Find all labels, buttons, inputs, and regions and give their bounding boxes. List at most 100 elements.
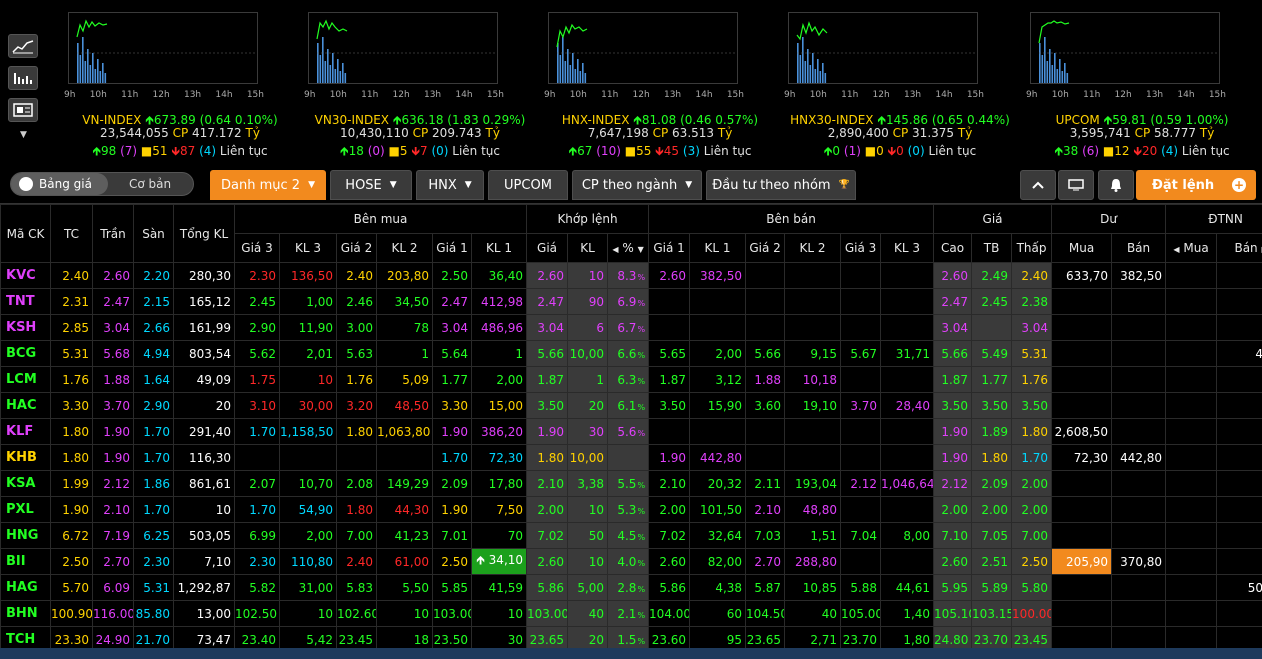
cell: 5.87 bbox=[745, 574, 786, 601]
col-price-1[interactable]: TB bbox=[971, 233, 1013, 263]
symbol-cell[interactable]: KSA bbox=[0, 470, 51, 497]
table-row[interactable]: HNG 6.72 7.19 6.25 503,05 6.99 2,00 7.00 41,23 7.… bbox=[0, 522, 1262, 549]
col-buy-0[interactable]: Giá 3 bbox=[234, 233, 280, 263]
col-sell-3[interactable]: KL 2 bbox=[784, 233, 842, 263]
symbol-cell[interactable]: KHB bbox=[0, 444, 51, 471]
tab-industry[interactable]: CP theo ngành ▼ bbox=[572, 170, 702, 200]
cell: 442,80 bbox=[1111, 444, 1167, 471]
table-row[interactable]: KSA 1.99 2.12 1.86 861,61 2.07 10,70 2.08 149,29… bbox=[0, 470, 1262, 497]
col-ref[interactable]: TC bbox=[50, 204, 93, 263]
intraday-chart[interactable] bbox=[68, 12, 258, 84]
tab-hnx[interactable]: HNX ▼ bbox=[416, 170, 484, 200]
col-sell-4[interactable]: Giá 3 bbox=[840, 233, 882, 263]
collapse-button[interactable] bbox=[1020, 170, 1056, 200]
col-buy-5[interactable]: KL 1 bbox=[470, 233, 528, 263]
symbol-cell[interactable]: BHN bbox=[0, 600, 51, 627]
layout-icon[interactable] bbox=[8, 98, 38, 122]
tab-group-invest[interactable]: Đầu tư theo nhóm 🏆 bbox=[706, 170, 856, 200]
symbol-cell[interactable]: HAC bbox=[0, 392, 51, 419]
toggle-basic[interactable]: Cơ bản bbox=[129, 177, 171, 191]
col-match-1[interactable]: KL bbox=[567, 233, 609, 263]
tab-hose[interactable]: HOSE ▼ bbox=[330, 170, 412, 200]
view-toggle[interactable]: Bảng giá Cơ bản bbox=[10, 172, 194, 196]
symbol-cell[interactable]: HNG bbox=[0, 522, 51, 549]
cell bbox=[840, 418, 882, 445]
symbol-cell[interactable]: KLF bbox=[0, 418, 51, 445]
col-foreign-0[interactable]: ◀ Mua bbox=[1165, 233, 1218, 263]
table-row[interactable]: KSH 2.85 3.04 2.66 161,99 2.90 11,90 3.00 78 3.04… bbox=[0, 314, 1262, 341]
intraday-chart[interactable] bbox=[788, 12, 978, 84]
col-buy-2[interactable]: Giá 2 bbox=[336, 233, 377, 263]
symbol-cell[interactable]: TNT bbox=[0, 288, 51, 315]
table-row[interactable]: HAC 3.30 3.70 2.90 20 3.10 30,00 3.20 48,50 3.30 1… bbox=[0, 392, 1262, 419]
cell: 2.00 bbox=[648, 496, 691, 523]
index-line-3: 🡹18 (0) ■5 🡻7 (0) Liên tục bbox=[300, 142, 540, 163]
cell: 2.00 bbox=[526, 496, 569, 523]
cell: 1.90 bbox=[92, 444, 134, 471]
table-row[interactable]: BCG 5.31 5.68 4.94 803,54 5.62 2,01 5.63 1 5.64 1 5… bbox=[0, 340, 1262, 367]
col-sell-2[interactable]: Giá 2 bbox=[745, 233, 786, 263]
ceil-count: (1) bbox=[843, 144, 861, 158]
table-row[interactable]: KVC 2.40 2.60 2.20 280,30 2.30 136,50 2.40 203,8… bbox=[0, 262, 1262, 289]
table-row[interactable]: HAG 5.70 6.09 5.31 1,292,87 5.82 31,00 5.83 5,50… bbox=[0, 574, 1262, 601]
cell: 2,00 bbox=[279, 522, 337, 549]
table-row[interactable]: PXL 1.90 2.10 1.70 10 1.70 54,90 1.80 44,30 1.90 7… bbox=[0, 496, 1262, 523]
col-sell-5[interactable]: KL 3 bbox=[880, 233, 935, 263]
col-price-2[interactable]: Thấp bbox=[1011, 233, 1053, 263]
volume-bar bbox=[1054, 53, 1056, 83]
table-row[interactable]: TNT 2.31 2.47 2.15 165,12 2.45 1,00 2.46 34,50 2.… bbox=[0, 288, 1262, 315]
cell: 2.60 bbox=[933, 548, 973, 575]
col-match-0[interactable]: Giá bbox=[526, 233, 569, 263]
line-chart-icon[interactable] bbox=[8, 34, 38, 58]
cell bbox=[1216, 496, 1262, 523]
col-floor[interactable]: Sàn bbox=[133, 204, 174, 263]
table-row[interactable]: LCM 1.76 1.88 1.64 49,09 1.75 10 1.76 5,09 1.77 2,… bbox=[0, 366, 1262, 393]
intraday-chart[interactable] bbox=[548, 12, 738, 84]
volume-bar bbox=[77, 43, 79, 83]
time-tick: 12h bbox=[152, 90, 170, 100]
cell bbox=[1051, 366, 1113, 393]
col-remain-1[interactable]: Bán bbox=[1111, 233, 1167, 263]
col-buy-1[interactable]: KL 3 bbox=[279, 233, 337, 263]
tab-upcom[interactable]: UPCOM bbox=[488, 170, 568, 200]
symbol-cell[interactable]: PXL bbox=[0, 496, 51, 523]
col-sell-0[interactable]: Giá 1 bbox=[648, 233, 691, 263]
symbol-cell[interactable]: KSH bbox=[0, 314, 51, 341]
symbol-cell[interactable]: HAG bbox=[0, 574, 51, 601]
symbol-cell[interactable]: BII bbox=[0, 548, 51, 575]
notification-button[interactable] bbox=[1098, 170, 1134, 200]
intraday-chart[interactable] bbox=[1030, 12, 1220, 84]
col-foreign-1[interactable]: Bán ▶ bbox=[1216, 233, 1262, 263]
col-label: % bbox=[622, 241, 634, 255]
table-row[interactable]: BHN 100.90 116.00 85.80 13,00 102.50 10 102.60 1… bbox=[0, 600, 1262, 627]
chevron-down-icon[interactable]: ▼ bbox=[8, 130, 44, 140]
table-row[interactable]: KHB 1.80 1.90 1.70 116,30 1.70 72,30 1.80 10,00 1… bbox=[0, 444, 1262, 471]
volume-bar bbox=[1041, 55, 1044, 83]
col-buy-3[interactable]: KL 2 bbox=[376, 233, 433, 263]
toggle-price-board[interactable]: Bảng giá bbox=[11, 173, 108, 195]
col-remain-0[interactable]: Mua bbox=[1051, 233, 1113, 263]
intraday-chart[interactable] bbox=[308, 12, 498, 84]
display-button[interactable] bbox=[1058, 170, 1094, 200]
cell: 2.1% bbox=[607, 600, 650, 627]
volume-bar bbox=[92, 53, 94, 83]
time-tick: 12h bbox=[392, 90, 410, 100]
symbol-cell[interactable]: LCM bbox=[0, 366, 51, 393]
table-row[interactable]: BII 2.50 2.70 2.30 7,10 2.30 110,80 2.40 61,00 2.… bbox=[0, 548, 1262, 575]
cell bbox=[1216, 262, 1262, 289]
symbol-cell[interactable]: KVC bbox=[0, 262, 51, 289]
bar-chart-icon[interactable] bbox=[8, 66, 38, 90]
tab-watchlist[interactable]: Danh mục 2 ▼ bbox=[210, 170, 326, 200]
col-sell-1[interactable]: KL 1 bbox=[689, 233, 747, 263]
col-total[interactable]: Tổng KL bbox=[173, 204, 235, 263]
col-price-0[interactable]: Cao bbox=[933, 233, 973, 263]
col-ceil[interactable]: Trần bbox=[92, 204, 134, 263]
place-order-button[interactable]: Đặt lệnh + bbox=[1136, 170, 1256, 200]
table-row[interactable]: KLF 1.80 1.90 1.70 291,40 1.70 1,158,50 1.80 1,0… bbox=[0, 418, 1262, 445]
cell bbox=[1165, 470, 1218, 497]
col-symbol[interactable]: Mã CK bbox=[0, 204, 51, 263]
symbol-cell[interactable]: BCG bbox=[0, 340, 51, 367]
volume-bar bbox=[79, 55, 82, 83]
col-match-2[interactable]: ◀ % ▼ bbox=[607, 233, 650, 263]
col-buy-4[interactable]: Giá 1 bbox=[432, 233, 472, 263]
